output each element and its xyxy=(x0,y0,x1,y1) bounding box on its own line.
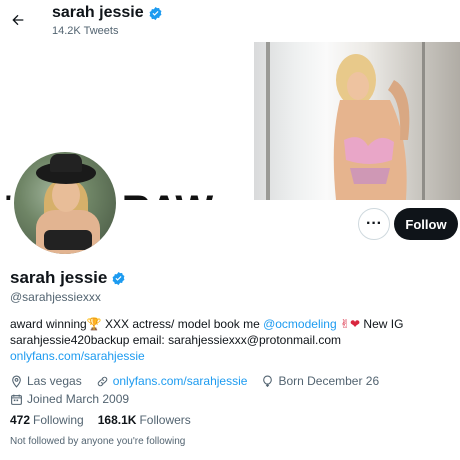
follow-counts: 472 Following 168.1K Followers xyxy=(10,413,191,427)
website-link[interactable]: onlyfans.com/sarahjessie xyxy=(113,373,248,389)
birthday-item: Born December 26 xyxy=(261,373,379,389)
meta-row: Joined March 2009 xyxy=(10,390,450,408)
trophy-emoji: 🏆 xyxy=(86,317,102,331)
profile-handle: @sarahjessiexxx xyxy=(10,290,101,304)
meta-row: Las vegas onlyfans.com/sarahjessie Born … xyxy=(10,372,450,390)
bio-line-2: sarahjessie420backup email: sarahjessiex… xyxy=(10,333,342,347)
tweet-count: 14.2K Tweets xyxy=(52,25,119,37)
avatar-top xyxy=(44,230,92,250)
balloon-icon xyxy=(263,375,273,387)
banner-photo xyxy=(254,42,460,200)
joined-text: Joined March 2009 xyxy=(27,392,130,406)
header-name-text: sarah jessie xyxy=(52,4,144,21)
arrow-left-icon xyxy=(12,14,24,26)
followers-count: 168.1K xyxy=(97,413,137,427)
profile-top-bar: sarah jessie 14.2K Tweets xyxy=(0,0,460,42)
profile-name-text: sarah jessie xyxy=(10,268,108,287)
birthday-text: Born December 26 xyxy=(278,374,380,388)
bio-text: XXX actress/ model book me xyxy=(101,317,264,331)
bio-text: award winning xyxy=(10,317,87,331)
location-item: Las vegas xyxy=(10,373,82,389)
profile-name: sarah jessie xyxy=(10,268,126,288)
more-options-icon: ··· xyxy=(366,215,382,232)
more-options-button[interactable]: ··· xyxy=(358,208,390,240)
followed-by-note: Not followed by anyone you're following xyxy=(10,436,186,447)
follow-button[interactable]: Follow xyxy=(394,208,458,240)
followers-link[interactable]: 168.1K Followers xyxy=(98,413,191,427)
verified-badge-icon xyxy=(148,6,163,21)
location-text: Las vegas xyxy=(27,374,82,388)
avatar-hat-crown xyxy=(50,154,82,172)
location-pin-icon xyxy=(12,375,21,388)
website-item[interactable]: onlyfans.com/sarahjessie xyxy=(96,373,248,389)
window-frame xyxy=(422,42,425,200)
mention-link[interactable]: @ocmodeling xyxy=(263,317,337,331)
profile-meta: Las vegas onlyfans.com/sarahjessie Born … xyxy=(10,372,450,408)
link-icon xyxy=(97,376,107,386)
joined-item: Joined March 2009 xyxy=(10,391,129,407)
bio-text: New IG xyxy=(360,317,404,331)
header-name: sarah jessie xyxy=(52,4,163,22)
followers-label: Followers xyxy=(139,413,191,427)
hand-heart-emoji: ✌❤ xyxy=(336,317,361,331)
profile-bio: award winning🏆 XXX actress/ model book m… xyxy=(10,316,450,364)
bio-line-1: award winning🏆 XXX actress/ model book m… xyxy=(10,316,450,332)
window-frame xyxy=(266,42,270,200)
calendar-icon xyxy=(11,394,22,405)
banner-figure-image xyxy=(333,54,410,200)
following-label: Following xyxy=(33,413,84,427)
back-button[interactable] xyxy=(6,8,30,32)
avatar[interactable] xyxy=(10,148,120,258)
bio-link[interactable]: onlyfans.com/sarahjessie xyxy=(10,348,450,364)
verified-badge-icon xyxy=(111,271,126,286)
following-link[interactable]: 472 Following xyxy=(10,413,84,427)
following-count: 472 xyxy=(10,413,31,427)
